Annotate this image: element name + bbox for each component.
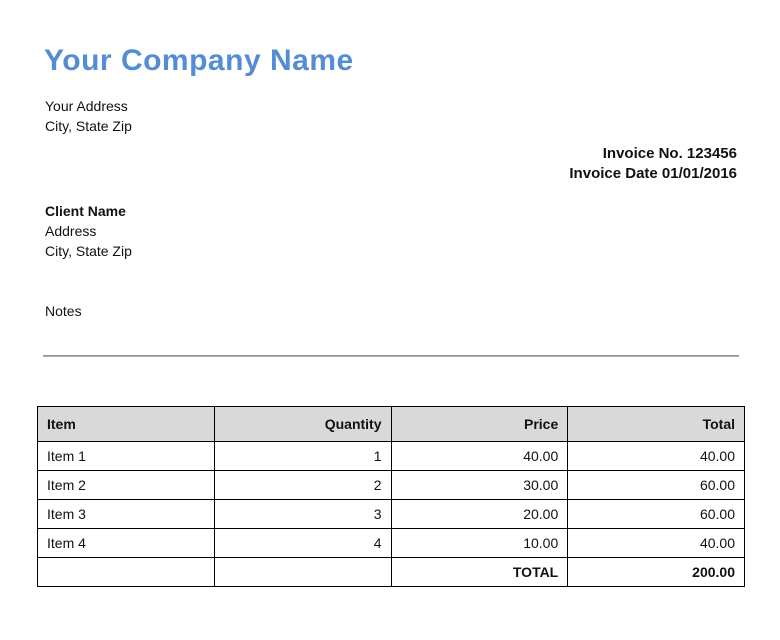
company-address-block: Your Address City, State Zip: [45, 96, 132, 136]
column-header-quantity: Quantity: [213, 406, 392, 442]
cell-price: 40.00: [390, 441, 569, 471]
cell-item-name: Item 4: [37, 528, 215, 558]
cell-total: 40.00: [567, 441, 745, 471]
column-header-total: Total: [567, 406, 745, 442]
cell-price: 20.00: [390, 499, 569, 529]
cell-total: 60.00: [567, 470, 745, 500]
table-row: Item 2 2 30.00 60.00: [37, 470, 745, 500]
client-address-line2: City, State Zip: [45, 243, 132, 259]
cell-total: 40.00: [567, 528, 745, 558]
table-row: Item 4 4 10.00 40.00: [37, 528, 745, 558]
table-row: Item 3 3 20.00 60.00: [37, 499, 745, 529]
invoice-date: Invoice Date 01/01/2016: [569, 165, 737, 182]
table-header-row: Item Quantity Price Total: [37, 406, 745, 442]
cell-price: 10.00: [390, 528, 569, 558]
cell-price: 30.00: [390, 470, 569, 500]
company-address-line1: Your Address: [45, 98, 128, 114]
total-label: TOTAL: [390, 557, 569, 587]
company-address-line2: City, State Zip: [45, 118, 132, 134]
total-value: 200.00: [567, 557, 745, 587]
client-block: Client Name Address City, State Zip: [45, 201, 132, 261]
cell-quantity: 3: [213, 499, 392, 529]
company-name: Your Company Name: [44, 44, 354, 77]
line-items-table: Item Quantity Price Total Item 1 1 40.00…: [37, 406, 745, 587]
cell-item-name: Item 2: [37, 470, 215, 500]
client-address-line1: Address: [45, 223, 97, 239]
table-total-row: TOTAL 200.00: [37, 557, 745, 587]
horizontal-divider: [43, 355, 739, 357]
cell-quantity: 1: [213, 441, 392, 471]
notes-label: Notes: [45, 303, 82, 319]
client-name: Client Name: [45, 203, 126, 219]
total-row-empty-quantity: [213, 557, 392, 587]
invoice-meta-block: Invoice No. 123456 Invoice Date 01/01/20…: [569, 144, 737, 184]
cell-quantity: 2: [213, 470, 392, 500]
cell-total: 60.00: [567, 499, 745, 529]
column-header-item: Item: [37, 406, 215, 442]
table-row: Item 1 1 40.00 40.00: [37, 441, 745, 471]
total-row-empty-item: [37, 557, 215, 587]
cell-item-name: Item 3: [37, 499, 215, 529]
invoice-document: Your Company Name Your Address City, Sta…: [0, 0, 780, 640]
cell-quantity: 4: [213, 528, 392, 558]
column-header-price: Price: [390, 406, 569, 442]
cell-item-name: Item 1: [37, 441, 215, 471]
invoice-number: Invoice No. 123456: [602, 145, 737, 162]
